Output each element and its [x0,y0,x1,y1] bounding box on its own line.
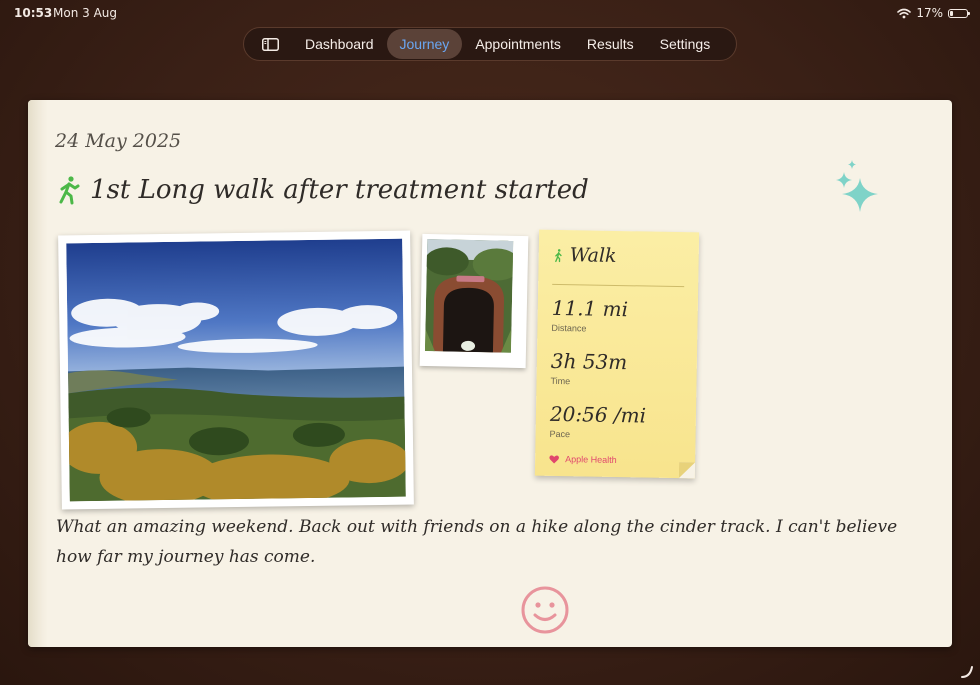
status-indicators: 17% [897,6,970,20]
tab-results[interactable]: Results [574,29,647,59]
top-navigation: Dashboard Journey Appointments Results S… [243,27,737,61]
tab-appointments[interactable]: Appointments [462,29,574,59]
figure-walk-icon [555,248,562,262]
stat-pace: 20:56 /mi Pace [550,402,647,441]
stat-pace-value: 20:56 /mi [549,401,647,428]
smiley-face-icon[interactable] [520,585,570,635]
status-bar: 10:53 Mon 3 Aug 17% [0,0,980,28]
stat-time-label: Time [550,375,571,387]
tab-dashboard[interactable]: Dashboard [292,29,387,59]
apple-health-source[interactable]: Apple Health [549,454,617,465]
sidebar-toggle-button[interactable] [248,27,292,61]
tab-settings[interactable]: Settings [647,29,724,59]
divider [552,283,685,288]
status-time: 10:53 [14,6,53,20]
tab-journey[interactable]: Journey [386,29,463,59]
stat-time: 3h 53m Time [550,349,627,387]
stat-distance-label: Distance [551,322,587,334]
stat-time-value: 3h 53m [550,348,628,375]
tunnel-photo[interactable] [419,233,529,369]
workout-sticky-note[interactable]: Walk 11.1 mi Distance 3h 53m Time 20:56 … [534,229,700,479]
entry-title-row: 1st Long walk after treatment started [56,175,589,205]
sidebar-toggle-icon [261,37,279,51]
entry-date: 24 May 2025 [55,130,182,152]
resize-handle-icon[interactable] [960,665,974,679]
workout-type: Walk [569,244,617,267]
stat-distance-value: 11.1 mi [551,295,629,322]
sparkles-icon[interactable] [830,158,890,218]
entry-title: 1st Long walk after treatment started [90,175,589,205]
page-curl [678,462,696,479]
heart-icon [549,454,559,464]
workout-header: Walk [553,244,617,267]
figure-walk-icon [59,176,80,205]
entry-body-text[interactable]: What an amazing weekend. Back out with f… [56,512,926,572]
status-date: Mon 3 Aug [53,6,117,20]
stat-distance: 11.1 mi Distance [551,296,628,334]
coastal-landscape-image [66,238,406,502]
apple-health-label: Apple Health [565,454,617,466]
journal-entry-card: 24 May 2025 1st Long walk after treatmen… [28,100,952,647]
stat-pace-label: Pace [549,428,571,440]
card-spine [28,100,48,647]
battery-percent: 17% [916,6,943,20]
coastal-photo[interactable] [58,230,414,510]
battery-icon [948,8,970,18]
wifi-icon [897,8,912,18]
tunnel-image [424,239,514,353]
